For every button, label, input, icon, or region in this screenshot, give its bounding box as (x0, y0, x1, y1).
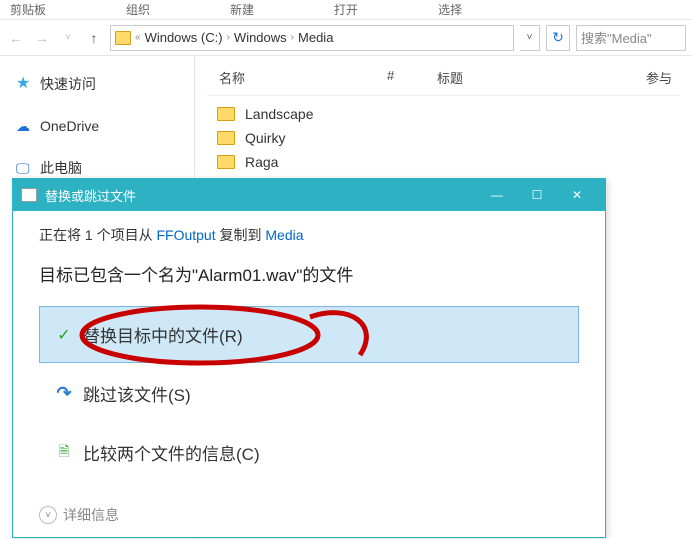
status-line: 正在将 1 个项目从 FFOutput 复制到 Media (39, 225, 579, 245)
recent-locations-button[interactable]: ˅ (58, 28, 78, 48)
chevron-right-icon: › (291, 32, 294, 43)
replace-skip-dialog: 替换或跳过文件 — ☐ ✕ 正在将 1 个项目从 FFOutput 复制到 Me… (12, 178, 606, 538)
option-replace[interactable]: ✓ 替换目标中的文件(R) (39, 306, 579, 363)
option-compare-label: 比较两个文件的信息(C) (83, 440, 260, 465)
maximize-button[interactable]: ☐ (517, 179, 557, 211)
folder-icon (217, 155, 235, 169)
breadcrumb-crumb-1[interactable]: Windows (C:) (145, 30, 223, 45)
dialog-title-text: 替换或跳过文件 (45, 186, 477, 205)
column-participants[interactable]: 参与 (557, 68, 680, 87)
column-headers: 名称 # 标题 参与 (207, 64, 680, 96)
sidebar-label-quick-access: 快速访问 (40, 74, 96, 94)
dest-folder-link[interactable]: Media (265, 227, 303, 243)
file-name: Landscape (245, 106, 314, 122)
folder-icon (115, 31, 131, 45)
breadcrumb-crumb-2[interactable]: Windows (234, 30, 287, 45)
ribbon-organize: 组织 (126, 1, 150, 18)
breadcrumb-prefix: « (135, 32, 141, 43)
ribbon-clipboard: 剪贴板 (10, 1, 46, 18)
sidebar-item-quick-access[interactable]: ★ 快速访问 (6, 68, 188, 100)
dialog-body: 正在将 1 个项目从 FFOutput 复制到 Media 目标已包含一个名为"… (13, 211, 605, 497)
sidebar-label-this-pc: 此电脑 (40, 158, 82, 178)
source-folder-link[interactable]: FFOutput (156, 227, 215, 243)
compare-icon: 🗎 (55, 444, 73, 462)
path-dropdown-button[interactable]: ˅ (520, 25, 540, 51)
minimize-button[interactable]: — (477, 179, 517, 211)
star-icon: ★ (16, 76, 32, 92)
chevron-down-icon: ˅ (39, 506, 57, 524)
option-compare[interactable]: 🗎 比较两个文件的信息(C) (39, 424, 579, 481)
details-label: 详细信息 (63, 505, 119, 525)
ribbon-new: 新建 (230, 1, 254, 18)
ribbon-open: 打开 (334, 1, 358, 18)
column-title[interactable]: 标题 (437, 68, 557, 87)
column-hash[interactable]: # (387, 68, 437, 87)
list-item[interactable]: Raga (207, 150, 680, 174)
conflict-message: 目标已包含一个名为"Alarm01.wav"的文件 (39, 261, 579, 286)
file-list: Landscape Quirky Raga (207, 96, 680, 174)
check-icon: ✓ (55, 326, 73, 344)
pc-icon: 🖵 (16, 160, 32, 176)
up-button[interactable]: ↑ (84, 28, 104, 48)
sidebar-item-onedrive[interactable]: ☁ OneDrive (6, 112, 188, 140)
dialog-icon (21, 188, 37, 202)
breadcrumb[interactable]: « Windows (C:) › Windows › Media (110, 25, 514, 51)
breadcrumb-crumb-3[interactable]: Media (298, 30, 333, 45)
skip-icon: ↷ (55, 385, 73, 403)
folder-icon (217, 107, 235, 121)
option-replace-label: 替换目标中的文件(R) (83, 322, 243, 347)
search-placeholder: 搜索"Media" (581, 28, 652, 47)
folder-icon (217, 131, 235, 145)
file-name: Quirky (245, 130, 285, 146)
sidebar-label-onedrive: OneDrive (40, 118, 99, 134)
back-button[interactable]: ← (6, 28, 26, 48)
cloud-icon: ☁ (16, 118, 32, 134)
navigation-bar: ← → ˅ ↑ « Windows (C:) › Windows › Media… (0, 20, 692, 56)
dialog-titlebar[interactable]: 替换或跳过文件 — ☐ ✕ (13, 179, 605, 211)
details-toggle[interactable]: ˅ 详细信息 (39, 505, 119, 525)
search-input[interactable]: 搜索"Media" (576, 25, 686, 51)
list-item[interactable]: Landscape (207, 102, 680, 126)
option-skip-label: 跳过该文件(S) (83, 381, 191, 406)
chevron-right-icon: › (227, 32, 230, 43)
ribbon-select: 选择 (438, 1, 462, 18)
close-button[interactable]: ✕ (557, 179, 597, 211)
list-item[interactable]: Quirky (207, 126, 680, 150)
conflict-filename: Alarm01.wav (198, 266, 296, 285)
column-name[interactable]: 名称 (207, 68, 387, 87)
file-name: Raga (245, 154, 278, 170)
option-skip[interactable]: ↷ 跳过该文件(S) (39, 365, 579, 422)
forward-button[interactable]: → (32, 28, 52, 48)
ribbon-labels: 剪贴板 组织 新建 打开 选择 (0, 0, 692, 20)
refresh-button[interactable]: ↻ (546, 25, 570, 51)
